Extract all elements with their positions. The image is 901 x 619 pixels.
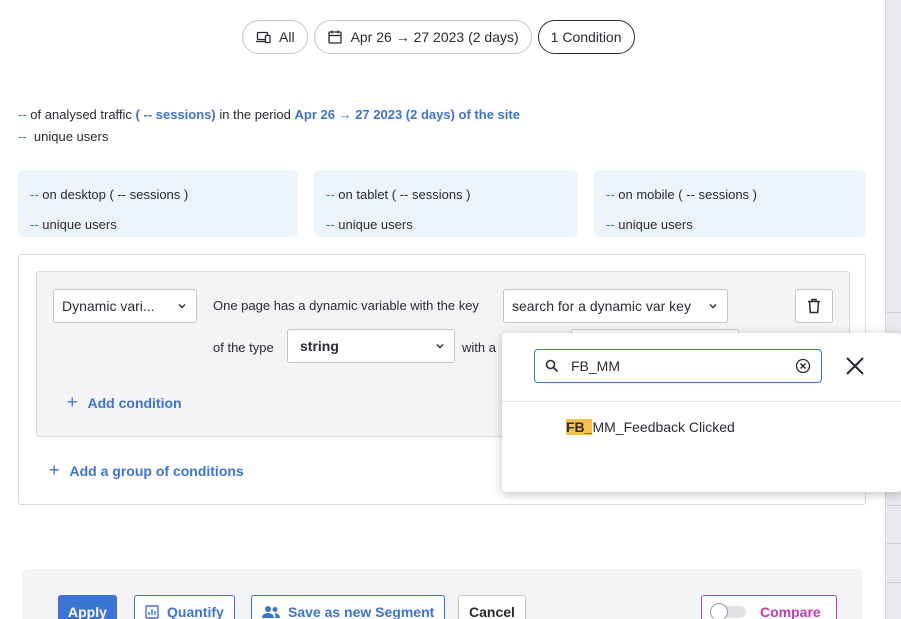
plus-icon: +	[67, 392, 78, 412]
traffic-summary: -- of analysed traffic ( -- sessions) in…	[18, 104, 520, 148]
compare-toggle[interactable]	[710, 603, 746, 619]
dynamic-key-placeholder: search for a dynamic var key	[512, 298, 691, 314]
chart-icon	[145, 605, 159, 619]
cancel-button[interactable]: Cancel	[458, 595, 526, 619]
cancel-label: Cancel	[469, 604, 515, 619]
mobile-users-label: unique users	[614, 217, 693, 232]
desktop-label: on desktop ( -- sessions )	[38, 187, 189, 202]
condition-type-select[interactable]: Dynamic vari...	[53, 289, 197, 323]
apply-label: Apply	[68, 604, 107, 619]
conditions-label: 1 Condition	[550, 29, 622, 45]
users-icon	[262, 606, 280, 618]
mobile-label: on mobile ( -- sessions )	[614, 187, 757, 202]
search-icon	[545, 359, 559, 373]
chevron-down-icon	[178, 304, 186, 309]
traffic-text: of analysed traffic	[26, 107, 136, 122]
mobile-value: --	[606, 187, 615, 202]
condition-type-value: Dynamic vari...	[62, 298, 155, 314]
devices-icon	[256, 31, 271, 44]
desktop-value: --	[30, 187, 39, 202]
quantify-label: Quantify	[167, 604, 224, 619]
save-segment-button[interactable]: Save as new Segment	[251, 595, 446, 619]
value-type-value: string	[300, 338, 339, 354]
device-filter-label: All	[279, 29, 295, 45]
date-range-pill[interactable]: Apr 26 → 27 2023 (2 days)	[313, 20, 532, 54]
period-text: in the period	[215, 107, 295, 122]
condition-type-text: of the type	[213, 340, 274, 355]
users-value: --	[18, 129, 27, 144]
option-rest: MM_Feedback Clicked	[592, 419, 735, 435]
trash-icon	[808, 298, 820, 314]
tablet-label: on tablet ( -- sessions )	[334, 187, 471, 202]
desktop-card: -- on desktop ( -- sessions ) -- unique …	[18, 170, 298, 237]
save-segment-label: Save as new Segment	[288, 604, 435, 619]
calendar-icon	[327, 30, 342, 44]
add-condition-label: Add condition	[87, 394, 182, 411]
condition-with-text: with a	[462, 340, 496, 355]
add-condition-button[interactable]: + Add condition	[67, 392, 182, 413]
dropdown-option[interactable]: FB_MM_Feedback Clicked	[566, 419, 735, 435]
plus-icon: +	[49, 460, 60, 480]
value-type-select[interactable]: string	[287, 329, 455, 363]
delete-condition-button[interactable]	[795, 289, 833, 323]
right-scroll-rail	[885, 0, 901, 619]
compare-label: Compare	[760, 604, 821, 619]
period-value: Apr 26 → 27 2023 (2 days) of the site	[294, 107, 520, 122]
key-search-input[interactable]	[571, 358, 783, 374]
desktop-users-value: --	[30, 217, 39, 232]
match-highlight: FB_	[566, 419, 593, 435]
action-bar: Apply Quantify Save as new Segment Cance…	[22, 569, 862, 619]
chevron-down-icon	[709, 304, 717, 309]
users-text: unique users	[26, 129, 109, 144]
unique-users-line: -- unique users	[18, 126, 520, 148]
tablet-value: --	[326, 187, 335, 202]
tablet-users-value: --	[326, 217, 335, 232]
mobile-card: -- on mobile ( -- sessions ) -- unique u…	[594, 170, 866, 237]
quantify-button[interactable]: Quantify	[134, 595, 235, 619]
sessions-count: ( -- sessions)	[135, 107, 216, 122]
close-icon[interactable]	[844, 355, 866, 377]
tablet-users-label: unique users	[334, 217, 413, 232]
traffic-value: --	[18, 107, 27, 122]
clear-search-icon[interactable]	[795, 358, 811, 374]
dynamic-key-dropdown: FB_MM_Feedback Clicked	[502, 333, 901, 492]
device-filter-pill[interactable]: All	[242, 20, 308, 54]
device-breakdown: -- on desktop ( -- sessions ) -- unique …	[18, 170, 866, 237]
add-group-label: Add a group of conditions	[69, 462, 244, 479]
mobile-users-value: --	[606, 217, 615, 232]
compare-toggle-button[interactable]: Compare	[701, 595, 837, 619]
desktop-users-label: unique users	[38, 217, 117, 232]
tablet-card: -- on tablet ( -- sessions ) -- unique u…	[314, 170, 578, 237]
conditions-pill[interactable]: 1 Condition	[537, 20, 635, 54]
dropdown-divider	[502, 401, 901, 402]
filter-bar: All Apr 26 → 27 2023 (2 days) 1 Conditio…	[242, 20, 635, 54]
add-group-button[interactable]: + Add a group of conditions	[49, 460, 244, 481]
apply-button[interactable]: Apply	[58, 595, 117, 619]
condition-key-text: One page has a dynamic variable with the…	[213, 298, 479, 313]
key-search-field[interactable]	[534, 349, 822, 383]
date-range-label: Apr 26 → 27 2023 (2 days)	[350, 29, 519, 45]
chevron-down-icon	[436, 344, 444, 349]
traffic-summary-line: -- of analysed traffic ( -- sessions) in…	[18, 104, 520, 126]
dynamic-key-select[interactable]: search for a dynamic var key	[503, 289, 728, 323]
